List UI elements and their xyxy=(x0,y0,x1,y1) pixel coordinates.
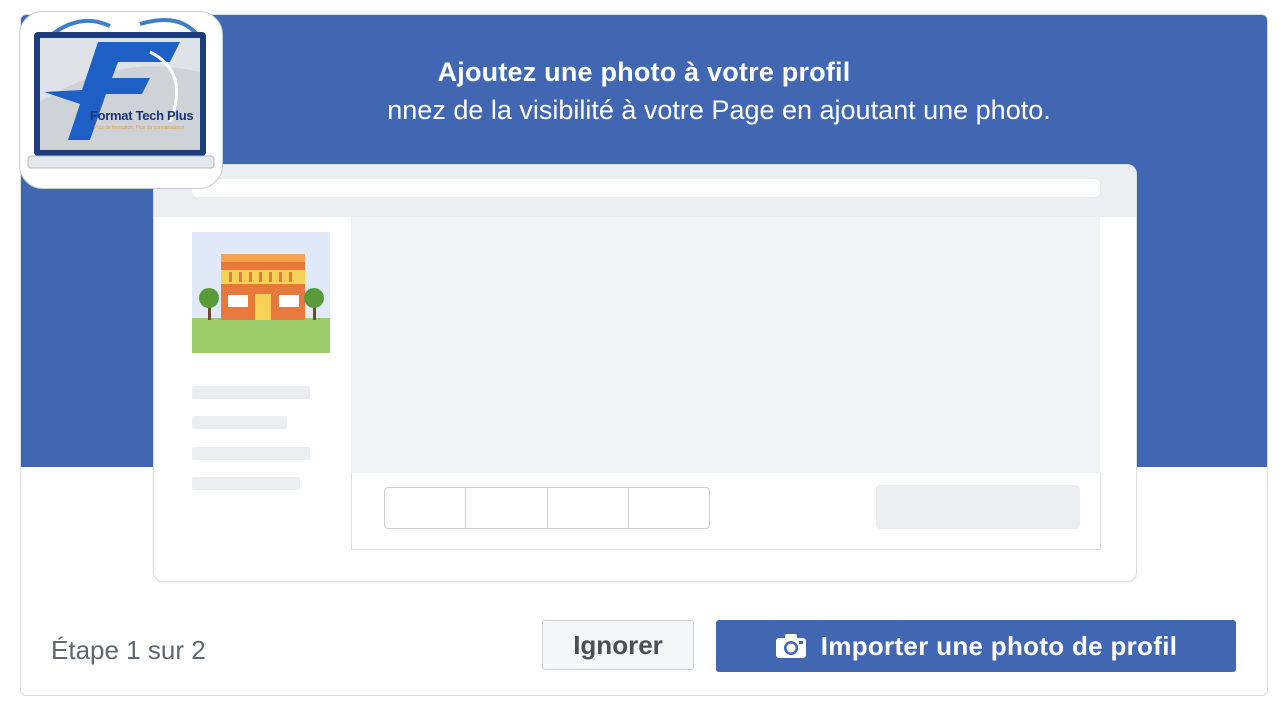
logo-tagline: Plus de formation, Plus de connaissance xyxy=(94,125,185,131)
preview-search-bar xyxy=(192,179,1100,197)
preview-header xyxy=(154,165,1136,217)
page-preview-illustration xyxy=(153,164,1137,582)
ignore-button[interactable]: Ignorer xyxy=(542,620,694,670)
format-tech-plus-logo: Format Tech Plus Plus de formation, Plus… xyxy=(19,11,223,189)
step-indicator: Étape 1 sur 2 xyxy=(51,635,206,665)
preview-action-bar xyxy=(351,473,1101,550)
preview-text-line xyxy=(192,447,310,460)
preview-tab xyxy=(548,488,629,528)
preview-text-line xyxy=(192,477,300,490)
preview-tab xyxy=(385,488,467,528)
logo-brand-text: Format Tech Plus xyxy=(90,108,194,123)
preview-tabs xyxy=(384,487,710,529)
preview-profile-photo xyxy=(192,232,330,353)
preview-tab xyxy=(466,488,548,528)
import-button-label: Importer une photo de profil xyxy=(820,630,1178,661)
import-profile-photo-button[interactable]: Importer une photo de profil xyxy=(716,620,1236,672)
preview-action-button xyxy=(876,485,1080,529)
preview-text-line xyxy=(192,416,287,429)
preview-text-line xyxy=(192,386,310,399)
storefront-icon xyxy=(192,232,330,353)
laptop-logo-icon xyxy=(27,18,215,169)
preview-tab xyxy=(629,488,709,528)
preview-cover-area xyxy=(351,217,1100,473)
camera-icon xyxy=(775,633,807,659)
